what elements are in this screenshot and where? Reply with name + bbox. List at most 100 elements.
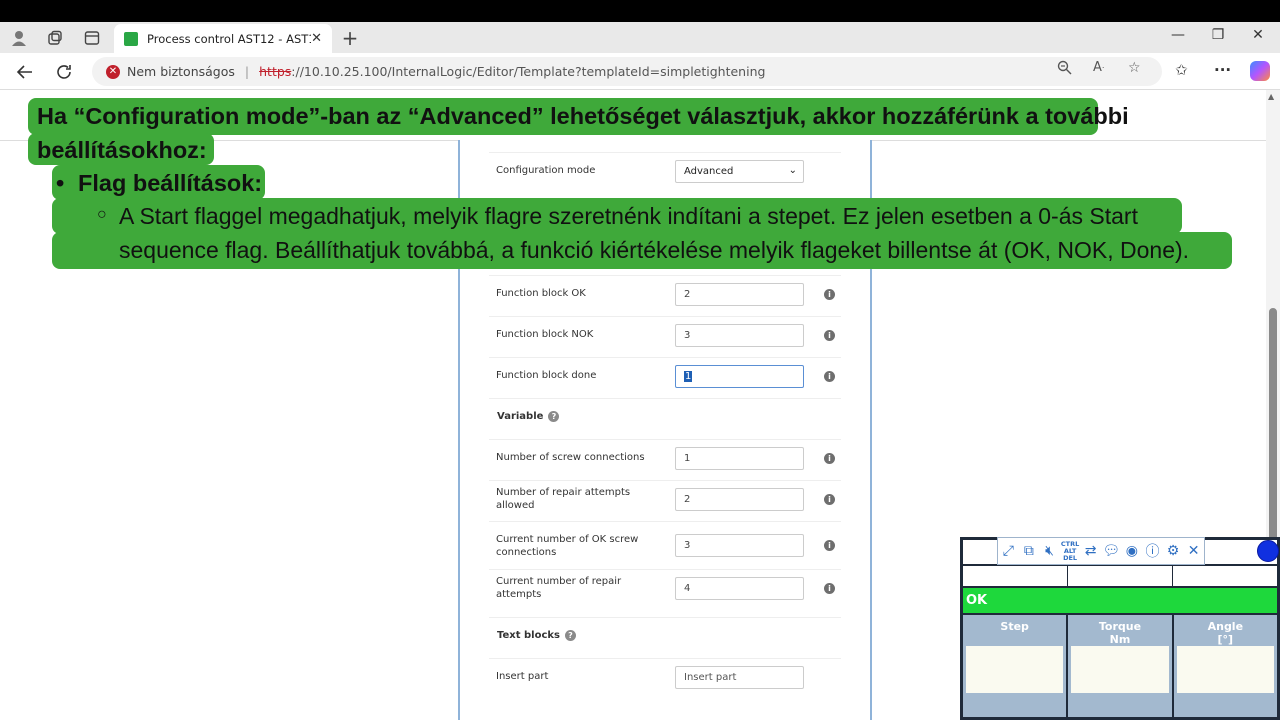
maximize-button[interactable]: ❐ [1204,27,1232,43]
result-status: OK [963,588,1277,613]
scroll-up-icon[interactable]: ▲ [1268,92,1274,101]
row-configuration-mode: Configuration mode Advanced ⌄ [489,152,841,188]
record-icon[interactable]: ◉ [1122,538,1143,564]
current-ok-screw-connections-input[interactable]: 3 [675,534,804,557]
info-icon[interactable]: i [824,289,835,300]
info-icon[interactable]: i [824,330,835,341]
profile-icon[interactable] [9,28,29,48]
torque-header: Torque Nm [1068,615,1171,646]
zoom-icon[interactable] [1057,60,1072,79]
refresh-icon[interactable] [52,60,76,84]
function-block-ok-input[interactable]: 2 [675,283,804,306]
row-insert-part: Insert part Insert part [489,658,841,694]
workspaces-icon[interactable] [45,28,65,48]
step-value [966,646,1064,693]
tab-bar: Process control AST12 - AST12 ✕ + — ❐ ✕ [0,22,1280,53]
url-protocol: https [259,64,292,79]
torque-title: Torque [1098,620,1142,633]
configuration-mode-value: Advanced [684,166,734,177]
tab-close-icon[interactable]: ✕ [311,31,322,46]
section-text-blocks-title: Text blocks [497,630,560,641]
function-block-nok-value: 3 [684,330,691,341]
tab-title: Process control AST12 - AST12 [147,31,312,46]
url-separator: | [244,64,250,79]
torque-column: Torque Nm [1068,615,1172,717]
configuration-mode-select[interactable]: Advanced ⌄ [675,160,804,183]
row-function-block-ok: Function block OK 2 i [489,275,841,311]
annotation-sub-marker: ○ [97,206,107,223]
row-number-of-repair-attempts: Number of repair attempts allowed 2 i [489,480,841,516]
close-icon[interactable]: ✕ [1183,538,1204,564]
current-repair-attempts-input[interactable]: 4 [675,577,804,600]
copilot-icon[interactable] [1250,61,1270,81]
number-of-screw-connections-value: 1 [684,453,691,464]
angle-title: Angle [1207,620,1244,633]
settings-gear-icon[interactable]: ⚙ [1163,538,1184,564]
info-icon[interactable]: i [824,494,835,505]
row-number-of-screw-connections: Number of screw connections 1 i [489,439,841,475]
info-icon[interactable]: i [824,583,835,594]
screen: Process control AST12 - AST12 ✕ + — ❐ ✕ … [0,22,1280,720]
favorites-icon[interactable]: ✩ [1175,61,1188,79]
info-circle-icon[interactable]: ⓘ [1142,538,1163,564]
result-table: Step Torque Nm Angle [°] [963,615,1277,717]
new-tab-button[interactable]: + [340,26,360,50]
insert-part-placeholder: Insert part [684,672,737,683]
angle-header: Angle [°] [1174,615,1277,646]
torque-value [1071,646,1169,693]
insert-part-label: Insert part [496,671,549,682]
insert-part-input[interactable]: Insert part [675,666,804,689]
widget-info-row [963,566,1277,586]
function-block-done-label: Function block done [496,370,597,381]
number-of-screw-connections-label: Number of screw connections [496,452,645,463]
current-repair-attempts-label: Current number of repair attempts [496,575,622,600]
row-current-ok-screw-connections: Current number of OK screw connections 3… [489,521,841,569]
info-icon[interactable]: i [824,371,835,382]
tab-active[interactable]: Process control AST12 - AST12 ✕ [114,24,332,53]
info-icon[interactable]: i [824,453,835,464]
url-field[interactable]: ✕ Nem biztonságos | https ://10.10.25.10… [92,57,1162,86]
mute-icon[interactable]: 🔇︎ [1039,538,1060,564]
back-icon[interactable] [13,60,37,84]
annotation-sub-line1: A Start flaggel megadhatjuk, melyik flag… [119,203,1138,229]
row-function-block-done: Function block done 1 i [489,357,841,393]
current-repair-attempts-value: 4 [684,583,691,594]
annotation-bullet1: Flag beállítások: [78,170,263,196]
chat-icon[interactable]: 💬︎ [1101,538,1122,564]
info-icon[interactable]: i [824,540,835,551]
expand-icon[interactable]: ⤢ [998,538,1019,564]
angle-column: Angle [°] [1173,615,1277,717]
switch-icon[interactable]: ⇄ [1080,538,1101,564]
tab-actions-icon[interactable] [82,28,102,48]
insecure-icon: ✕ [106,64,120,79]
angle-value [1176,646,1274,693]
chevron-down-icon: ⌄ [788,165,797,176]
scrollbar-thumb[interactable] [1269,308,1277,558]
resize-icon[interactable]: ⧉ [1019,538,1040,564]
configuration-mode-label: Configuration mode [496,165,596,176]
favorite-star-icon[interactable]: ☆ [1128,60,1141,76]
row-current-repair-attempts: Current number of repair attempts 4 i [489,569,841,605]
number-of-screw-connections-input[interactable]: 1 [675,447,804,470]
minimize-button[interactable]: — [1164,27,1192,43]
window-close-button[interactable]: ✕ [1244,27,1272,43]
annotation-bullet-marker: • [56,170,65,196]
number-of-repair-attempts-label: Number of repair attempts allowed [496,486,631,511]
security-label[interactable]: Nem biztonságos [127,64,235,79]
tool-status-widget: ⤢ ⧉ 🔇︎ CTRL ALT DEL ⇄ 💬︎ ◉ ⓘ ⚙ ✕ OK Step… [960,537,1280,720]
help-icon[interactable]: ? [564,630,576,641]
section-text-blocks: Text blocks ? [489,617,841,653]
more-menu-icon[interactable]: ··· [1214,61,1231,79]
number-of-repair-attempts-input[interactable]: 2 [675,488,804,511]
angle-unit: [°] [1217,633,1234,646]
read-aloud-icon[interactable]: Aᐧ [1093,60,1104,75]
ctrl-alt-del-icon[interactable]: CTRL ALT DEL [1060,538,1081,564]
help-icon[interactable]: ? [548,411,560,422]
number-of-repair-attempts-value: 2 [684,494,691,505]
annotation-line2: beállításokhoz: [37,137,207,163]
annotation-line1: Ha “Configuration mode”-ban az “Advanced… [37,103,1129,129]
torque-unit: Nm [1109,633,1131,646]
favicon-icon [124,31,138,46]
function-block-nok-input[interactable]: 3 [675,324,804,347]
function-block-done-input[interactable]: 1 [675,365,804,388]
